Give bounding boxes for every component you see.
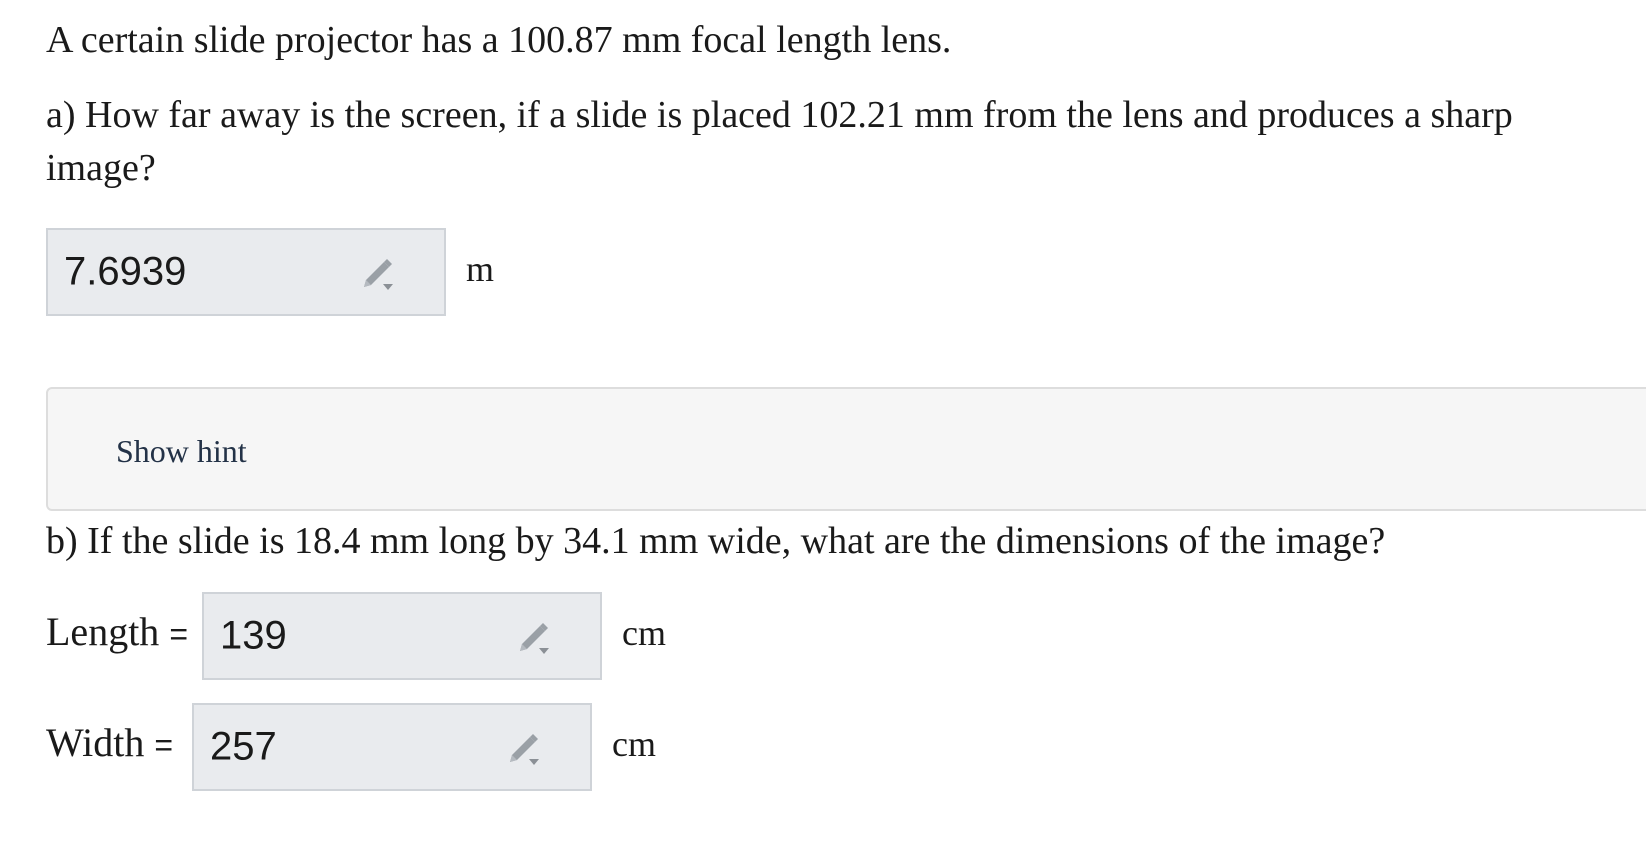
pencil-dropdown-icon[interactable] — [512, 614, 556, 658]
show-hint-button[interactable]: Show hint — [116, 433, 247, 470]
answer-a-unit: m — [466, 249, 495, 289]
length-equals-sign: = — [169, 616, 188, 652]
width-input[interactable]: 257 — [192, 703, 592, 791]
width-label-text: Width — [46, 720, 145, 765]
problem-intro: A certain slide projector has a 100.87 m… — [46, 19, 952, 61]
length-input[interactable]: 139 — [202, 592, 602, 680]
length-label-text: Length — [46, 609, 160, 654]
width-value: 257 — [210, 724, 277, 769]
length-unit: cm — [622, 613, 666, 653]
part-a-question: a) How far away is the screen, if a slid… — [46, 94, 1513, 136]
pencil-dropdown-icon[interactable] — [502, 725, 546, 769]
width-label: Width = — [46, 719, 173, 766]
width-unit: cm — [612, 724, 656, 764]
width-equals-sign: = — [154, 727, 174, 763]
part-a-question-continued: image? — [46, 147, 156, 189]
pencil-dropdown-icon[interactable] — [356, 250, 400, 294]
length-label: Length = — [46, 608, 188, 655]
answer-a-value: 7.6939 — [64, 249, 187, 294]
part-b-question: b) If the slide is 18.4 mm long by 34.1 … — [46, 520, 1386, 562]
hint-panel: Show hint — [46, 387, 1646, 511]
answer-a-input[interactable]: 7.6939 — [46, 228, 446, 316]
length-value: 139 — [220, 613, 287, 658]
